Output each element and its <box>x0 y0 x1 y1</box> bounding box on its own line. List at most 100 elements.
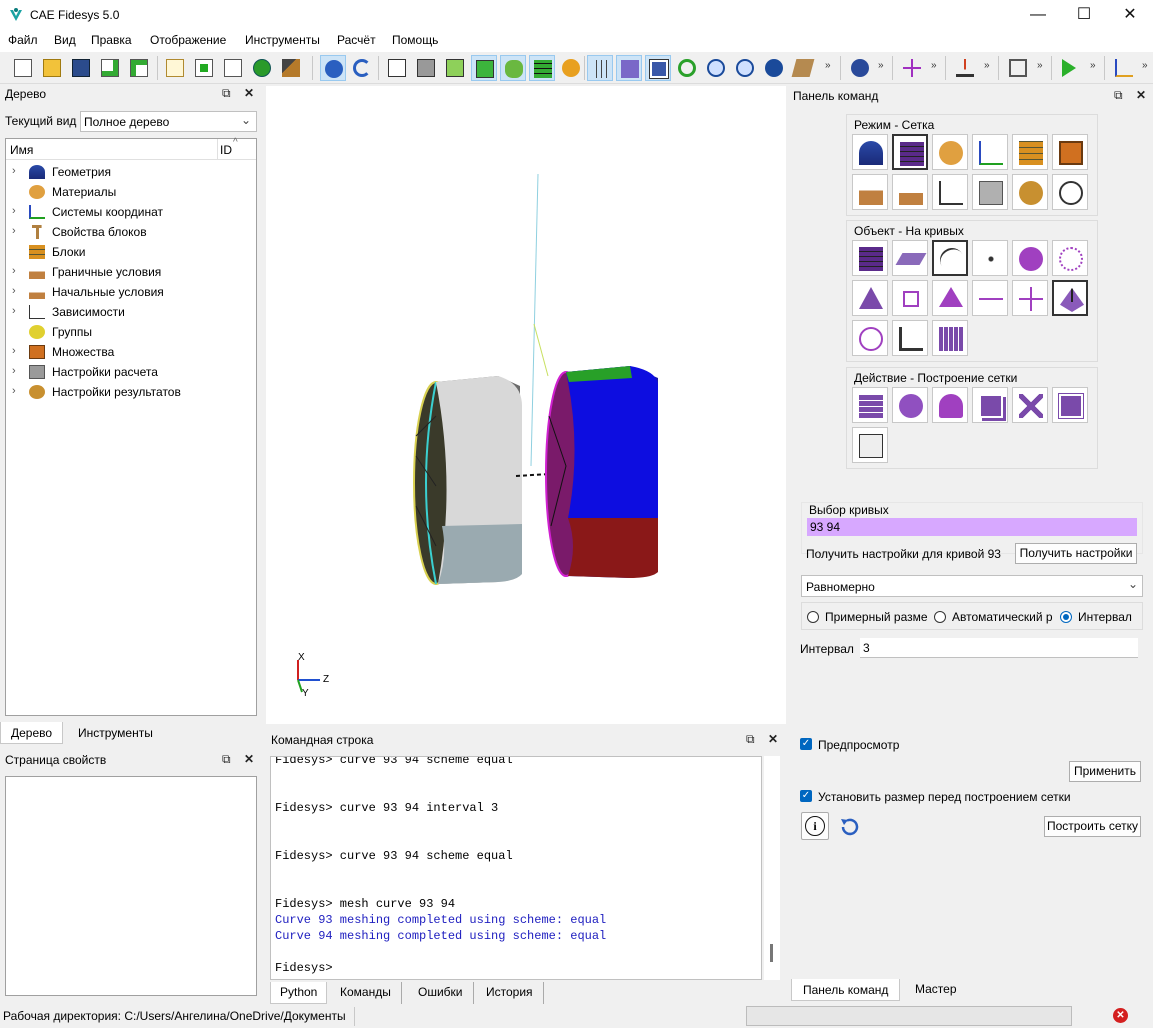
tab-python[interactable]: Python <box>270 982 328 1004</box>
menu-calculation[interactable]: Расчёт <box>337 33 376 47</box>
maximize-button[interactable]: ☐ <box>1061 0 1107 30</box>
tree-item-boundary-conditions[interactable]: › Граничные условия <box>6 262 256 282</box>
action-renumber-button[interactable] <box>852 427 888 463</box>
expand-arrow-icon[interactable]: › <box>12 385 16 397</box>
reset-icon[interactable] <box>838 816 860 838</box>
tree-view[interactable]: Имя ID ^ › Геометрия Материалы › Системы коо… <box>5 137 257 716</box>
shaded-button[interactable] <box>442 55 468 81</box>
tree-item-materials[interactable]: Материалы <box>6 182 256 202</box>
undock-icon[interactable]: ⧉ <box>222 86 231 101</box>
menu-tools[interactable]: Инструменты <box>245 33 320 47</box>
wireframe-button[interactable] <box>384 55 410 81</box>
object-edge-button[interactable] <box>972 280 1008 316</box>
tree-item-block-properties[interactable]: › Свойства блоков <box>6 222 256 242</box>
action-quality-button[interactable] <box>892 387 928 423</box>
select-button[interactable] <box>320 55 346 81</box>
close-panel-icon[interactable]: ✕ <box>768 732 778 746</box>
get-settings-button[interactable]: Получить настройки <box>1015 543 1137 564</box>
export-button[interactable] <box>126 55 152 81</box>
expand-arrow-icon[interactable]: › <box>12 345 16 357</box>
ground-button[interactable] <box>952 55 978 81</box>
window-view-button[interactable] <box>645 55 671 81</box>
object-vertex-button[interactable] <box>972 240 1008 276</box>
action-refine-button[interactable] <box>1052 387 1088 423</box>
refresh-button[interactable] <box>674 55 700 81</box>
menu-view[interactable]: Вид <box>54 33 76 47</box>
mode-results-button[interactable] <box>1012 174 1048 210</box>
close-panel-icon[interactable]: ✕ <box>244 752 254 766</box>
zoom-out-button[interactable] <box>732 55 758 81</box>
tree-item-calculation-settings[interactable]: › Настройки расчета <box>6 362 256 382</box>
tree-item-initial-conditions[interactable]: › Начальные условия <box>6 282 256 302</box>
mode-boundary-button[interactable] <box>852 174 888 210</box>
import-button[interactable] <box>97 55 123 81</box>
tree-item-groups[interactable]: Группы <box>6 322 256 342</box>
box-view-button[interactable] <box>616 55 642 81</box>
object-tri-button[interactable] <box>932 280 968 316</box>
left-cylinder[interactable] <box>413 376 522 585</box>
object-nodes-button[interactable] <box>1052 240 1088 276</box>
select-box-button[interactable] <box>1005 55 1031 81</box>
pause-button[interactable] <box>249 55 275 81</box>
fit-view-button[interactable] <box>761 55 787 81</box>
command-output[interactable]: Fidesys> curve 93 94 scheme equal Fidesys… <box>270 756 762 980</box>
tree-item-results-settings[interactable]: › Настройки результатов <box>6 382 256 402</box>
action-copy-button[interactable] <box>972 387 1008 423</box>
expand-arrow-icon[interactable]: › <box>12 165 16 177</box>
run-1d-button[interactable] <box>220 55 246 81</box>
error-indicator-icon[interactable]: ✕ <box>1113 1008 1128 1023</box>
tree-item-coordinate-system[interactable]: › Системы координат <box>6 202 256 222</box>
boundary-button[interactable] <box>558 55 584 81</box>
menu-help[interactable]: Помощь <box>392 33 438 47</box>
undock-icon[interactable]: ⧉ <box>222 752 231 767</box>
solid-button[interactable] <box>471 55 497 81</box>
run-button[interactable] <box>1058 55 1084 81</box>
play-journal-button[interactable] <box>191 55 217 81</box>
journal-edit-button[interactable] <box>162 55 188 81</box>
menu-file[interactable]: Файл <box>8 33 38 47</box>
mode-geometry-button[interactable] <box>852 134 888 170</box>
curve-select-input[interactable]: 93 94 <box>807 518 1137 536</box>
mode-blocks-button[interactable] <box>1012 134 1048 170</box>
tab-wizard[interactable]: Мастер <box>904 979 968 1001</box>
zoom-in-button[interactable] <box>703 55 729 81</box>
object-matrix-button[interactable] <box>932 320 968 356</box>
tab-history[interactable]: История <box>476 982 544 1004</box>
expand-arrow-icon[interactable]: › <box>12 285 16 297</box>
close-button[interactable]: ✕ <box>1107 0 1153 30</box>
expand-arrow-icon[interactable]: › <box>12 365 16 377</box>
object-group-button[interactable] <box>1012 240 1048 276</box>
close-panel-icon[interactable]: ✕ <box>1136 88 1146 102</box>
grid-button[interactable] <box>587 55 613 81</box>
object-grid-button[interactable] <box>892 320 928 356</box>
3d-viewport[interactable]: X Z Y <box>266 86 786 724</box>
crosshair-button[interactable] <box>899 55 925 81</box>
scheme-select[interactable]: Равномерно ⌄ <box>801 575 1143 597</box>
column-id[interactable]: ID <box>220 143 232 157</box>
tab-tree[interactable]: Дерево <box>0 722 64 744</box>
open-button[interactable] <box>39 55 65 81</box>
save-button[interactable] <box>68 55 94 81</box>
mode-sets-button[interactable] <box>1052 134 1088 170</box>
tab-command-panel[interactable]: Панель команд <box>791 979 901 1001</box>
object-volume-button[interactable] <box>852 240 888 276</box>
menu-edit[interactable]: Правка <box>91 33 132 47</box>
expand-arrow-icon[interactable]: › <box>12 305 16 317</box>
build-mesh-button[interactable]: Построить сетку <box>1044 816 1141 837</box>
undo-button[interactable] <box>349 55 375 81</box>
tree-item-blocks[interactable]: Блоки <box>6 242 256 262</box>
current-view-select[interactable]: Полное дерево ⌄ <box>80 111 257 132</box>
mesh-button[interactable] <box>529 55 555 81</box>
object-node-button[interactable] <box>1012 280 1048 316</box>
column-name[interactable]: Имя <box>10 143 33 157</box>
hammer-button[interactable] <box>278 55 304 81</box>
undock-icon[interactable]: ⧉ <box>746 732 755 747</box>
mode-materials-button[interactable] <box>932 134 968 170</box>
expand-arrow-icon[interactable]: › <box>12 205 16 217</box>
tree-item-dependencies[interactable]: › Зависимости <box>6 302 256 322</box>
tree-item-geometry[interactable]: › Геометрия <box>6 162 256 182</box>
mode-calc-settings-button[interactable] <box>972 174 1008 210</box>
tab-commands[interactable]: Команды <box>330 982 402 1004</box>
mode-mesh-button[interactable] <box>892 134 928 170</box>
tab-errors[interactable]: Ошибки <box>408 982 474 1004</box>
